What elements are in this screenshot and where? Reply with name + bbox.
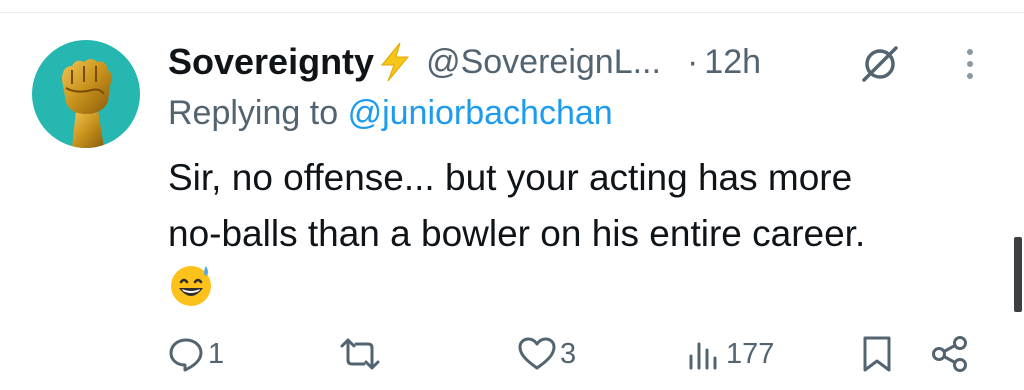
share-icon [932,336,967,372]
reply-icon [169,338,203,372]
more-vertical-icon[interactable] [960,44,980,84]
reply-prefix: Replying to [168,94,339,132]
retweet-icon [340,338,380,370]
lightning-bolt-icon [381,42,410,82]
bookmark-button[interactable] [860,332,894,376]
tweet-card[interactable]: Sovereignty @SovereignL... · 12h Replyin… [0,0,1024,390]
user-handle[interactable]: @SovereignL... [426,43,661,82]
like-button[interactable]: 3 [518,332,576,376]
replying-to: Replying to @juniorbachchan [168,94,613,133]
avatar[interactable] [32,40,140,148]
views-count: 177 [726,337,775,370]
display-name[interactable]: Sovereignty [168,41,374,83]
sweat-smile-emoji-icon [171,266,211,306]
tweet-text-line: Sir, no offense... but your acting has m… [168,157,853,198]
like-icon [518,337,556,370]
timestamp[interactable]: 12h [704,43,761,82]
tweet-header: Sovereignty @SovereignL... · 12h [168,38,761,86]
raised-fist-icon [62,59,112,148]
tweet-text: Sir, no offense... but your acting has m… [168,150,968,262]
reply-count: 1 [208,337,225,370]
scrollbar-thumb[interactable] [1014,237,1022,312]
grok-icon[interactable] [856,42,902,84]
views-button[interactable]: 177 [686,332,774,376]
reply-button[interactable]: 1 [168,332,224,376]
bookmark-icon [863,336,891,372]
reply-to-link[interactable]: @juniorbachchan [348,94,613,132]
retweet-button[interactable] [338,332,386,376]
top-divider [0,12,1024,13]
views-icon [689,342,717,370]
like-count: 3 [560,337,577,370]
separator-dot: · [686,42,699,81]
tweet-text-line: no-balls than a bowler on his entire car… [168,213,866,254]
share-button[interactable] [930,332,970,376]
